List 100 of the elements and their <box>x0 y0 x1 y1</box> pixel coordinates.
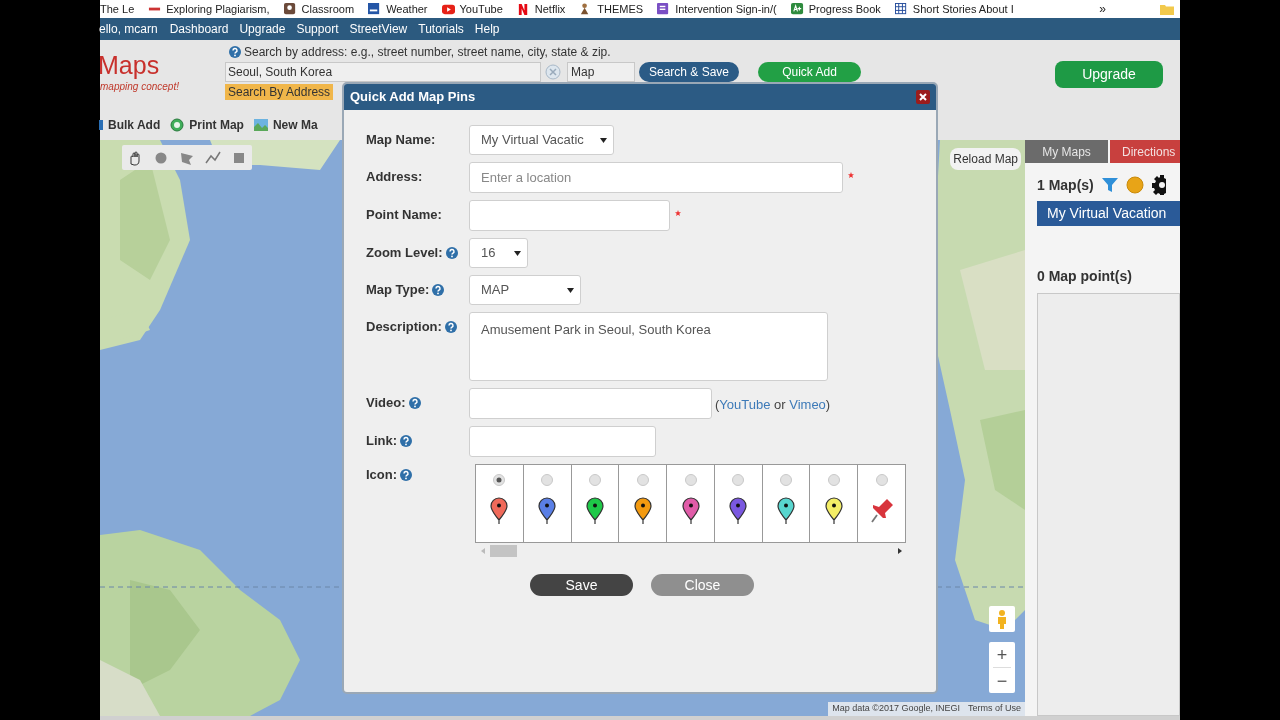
coin-icon[interactable] <box>1125 176 1144 194</box>
radio-button[interactable] <box>636 474 649 486</box>
map-pin-icon[interactable] <box>490 497 509 525</box>
dropdown[interactable]: 16 <box>469 238 528 268</box>
help-icon[interactable] <box>445 247 458 259</box>
help-icon[interactable] <box>400 469 413 481</box>
bookmark-link[interactable]: Exploring Plagiarism, <box>166 0 270 18</box>
toolbar-link[interactable]: Print Map <box>189 116 244 134</box>
settings-icon[interactable] <box>1151 175 1166 195</box>
map-pin-icon[interactable] <box>777 497 796 525</box>
point-count-text: 0 Map point(s) <box>1037 266 1133 286</box>
field-label: Video: <box>366 394 406 413</box>
toolbar-link[interactable]: New Ma <box>272 116 318 134</box>
radio-button[interactable] <box>541 474 554 486</box>
nav-link[interactable]: Upgrade <box>239 20 286 38</box>
map-pin-icon[interactable] <box>585 497 604 525</box>
dropdown[interactable]: MAP <box>469 275 581 305</box>
bookmark-link[interactable]: Progress Book <box>808 0 881 18</box>
scrollbar-thumb[interactable] <box>490 545 517 557</box>
logo-text[interactable]: Maps <box>98 51 160 79</box>
panel-tab[interactable]: My Maps <box>1025 140 1108 163</box>
caret-icon[interactable] <box>600 137 607 143</box>
help-icon[interactable] <box>229 45 241 58</box>
line-icon[interactable] <box>205 149 221 166</box>
bookmark-link[interactable]: Intervention Sign-in/( <box>675 0 777 18</box>
form-icon[interactable] <box>657 2 671 16</box>
caret-icon[interactable] <box>514 250 521 256</box>
radio-button[interactable] <box>588 474 601 486</box>
bar-icon[interactable] <box>99 118 103 132</box>
icon-option[interactable] <box>858 465 907 543</box>
bookmark-link[interactable]: THEMES <box>597 0 644 18</box>
text-field[interactable]: Enter a location <box>469 162 843 193</box>
text-field[interactable] <box>469 388 712 419</box>
bookmark-link[interactable]: Netflix <box>534 0 566 18</box>
bookmark-link[interactable]: Short Stories About I <box>912 0 1014 18</box>
terms-link[interactable]: Terms of Use <box>968 702 1021 716</box>
text-field[interactable] <box>469 200 670 231</box>
search-field[interactable]: Seoul, South Korea <box>225 62 541 82</box>
dropdown[interactable]: My Virtual Vacatic <box>469 125 614 155</box>
close-icon[interactable] <box>916 90 930 104</box>
radio-button[interactable] <box>732 474 745 486</box>
person-icon[interactable] <box>283 2 297 16</box>
bookmark-link[interactable]: Classroom <box>301 0 355 18</box>
icon-option[interactable] <box>476 465 524 543</box>
letter-logo-icon[interactable] <box>516 2 530 16</box>
radio-button[interactable] <box>827 474 840 486</box>
nav-link[interactable]: StreetView <box>349 20 408 38</box>
help-icon[interactable] <box>400 435 413 447</box>
radio-button[interactable] <box>875 474 888 486</box>
youtube-link[interactable]: YouTube <box>719 397 771 412</box>
map-type-select[interactable]: Map <box>567 62 635 82</box>
toolbar-link[interactable]: Bulk Add <box>108 116 161 134</box>
pushpin-icon[interactable] <box>869 497 894 525</box>
description-field[interactable]: Amusement Park in Seoul, South Korea <box>469 312 828 381</box>
icon-option[interactable] <box>571 465 620 543</box>
panel-tab[interactable]: Directions <box>1110 140 1180 163</box>
help-icon[interactable] <box>432 284 445 296</box>
text-field[interactable] <box>469 426 656 457</box>
zoom-out-button[interactable]: − <box>989 668 1015 693</box>
map-pin-icon[interactable] <box>681 497 700 525</box>
grid-icon[interactable] <box>894 2 908 16</box>
radio-button[interactable] <box>684 474 697 486</box>
search-mode-tag[interactable]: Search By Address <box>225 84 334 100</box>
icon-option[interactable] <box>619 465 668 543</box>
map-pin-icon[interactable] <box>538 497 557 525</box>
help-icon[interactable] <box>444 321 457 333</box>
grade-icon[interactable] <box>790 2 804 16</box>
play-icon[interactable] <box>441 2 455 16</box>
bookmark-link[interactable]: The Le <box>100 0 135 18</box>
nav-link[interactable]: Help <box>474 20 500 38</box>
bookmark-link[interactable]: YouTube <box>459 0 503 18</box>
icon-option[interactable] <box>762 465 811 543</box>
search-save-button[interactable]: Search & Save <box>639 62 740 82</box>
more-bookmarks-button[interactable]: » <box>1099 0 1106 18</box>
filter-icon[interactable] <box>1101 177 1118 193</box>
scroll-right-icon[interactable] <box>898 548 902 554</box>
caret-icon[interactable] <box>567 287 574 293</box>
nav-link[interactable]: Support <box>296 20 339 38</box>
icon-option[interactable] <box>667 465 715 543</box>
hand-icon[interactable] <box>127 149 143 166</box>
weather-icon[interactable] <box>368 2 382 16</box>
map-pin-icon[interactable] <box>633 497 652 525</box>
nav-link[interactable]: Tutorials <box>418 20 464 38</box>
nav-link[interactable]: Dashboard <box>169 20 229 38</box>
icon-option[interactable] <box>523 465 572 543</box>
upgrade-button[interactable]: Upgrade <box>1055 61 1163 88</box>
map-pin-icon[interactable] <box>729 497 748 525</box>
bookmark-link[interactable]: Weather <box>386 0 428 18</box>
icon-option[interactable] <box>714 465 763 543</box>
map-pin-icon[interactable] <box>824 497 843 525</box>
map-list-item[interactable]: My Virtual Vacation <box>1037 201 1180 226</box>
ring-icon[interactable] <box>170 118 185 132</box>
zoom-in-button[interactable]: + <box>989 642 1015 667</box>
help-icon[interactable] <box>408 397 421 409</box>
icon-option[interactable] <box>810 465 859 543</box>
vimeo-link[interactable]: Vimeo <box>789 397 826 412</box>
radio-button[interactable] <box>493 474 506 486</box>
radio-button[interactable] <box>780 474 793 486</box>
reload-map-button[interactable]: Reload Map <box>950 148 1021 170</box>
save-button[interactable]: Save <box>530 574 633 596</box>
